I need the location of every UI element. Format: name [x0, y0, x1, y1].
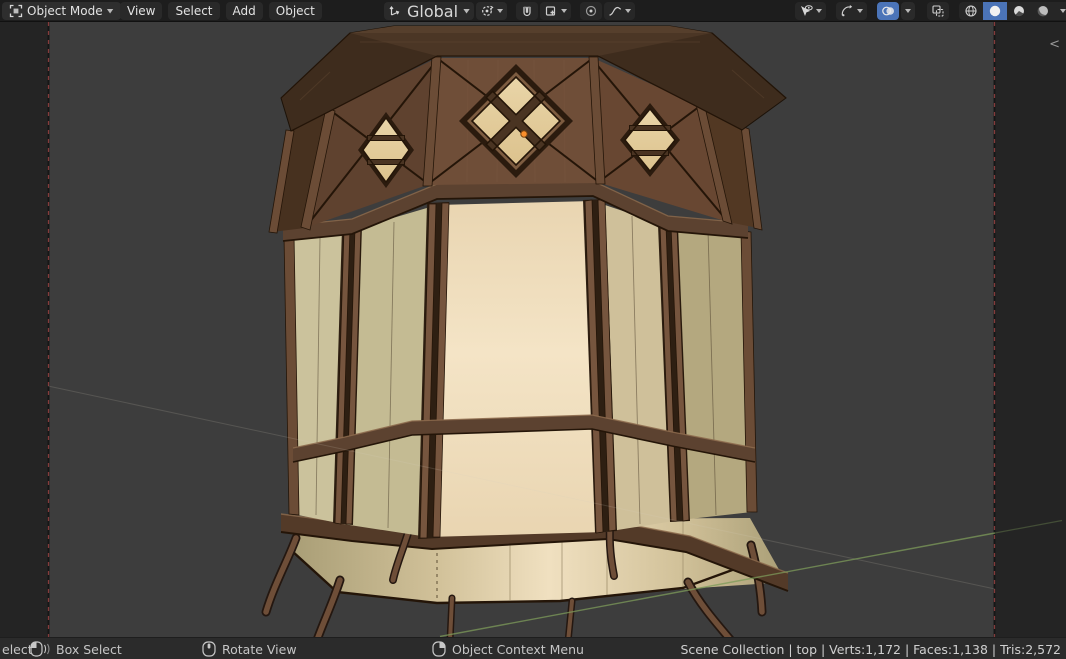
- magnet-icon: [523, 6, 531, 17]
- blender-window: Object Mode View Select Add Object Globa…: [0, 0, 1066, 659]
- shading-mode-group: [959, 2, 1066, 20]
- xray-toggle[interactable]: [927, 2, 949, 20]
- chevron-down-icon: [1060, 9, 1066, 13]
- rendered-shading-icon: [1037, 6, 1048, 17]
- falloff-curve-icon: [609, 6, 621, 16]
- scene-statistics: Scene Collection | top | Verts:1,172 | F…: [680, 641, 1061, 657]
- overlays-dropdown[interactable]: [901, 2, 915, 20]
- display-options-group: [795, 2, 1066, 20]
- menu-add[interactable]: Add: [225, 2, 263, 20]
- proportional-editing-icon: [585, 5, 597, 17]
- chevron-down-icon: [561, 9, 568, 13]
- chevron-down-icon: [857, 9, 863, 13]
- orientation-label: Global: [407, 1, 459, 21]
- snap-toggle-button[interactable]: [516, 2, 539, 20]
- chevron-down-icon: [816, 9, 822, 13]
- xray-icon: [932, 5, 944, 17]
- status-hint-rotate-view: Rotate View: [202, 638, 297, 659]
- gizmo-icon: [841, 5, 853, 17]
- menu-select[interactable]: Select: [168, 2, 220, 20]
- menu-object[interactable]: Object: [268, 2, 322, 20]
- status-bar: elect Box Select Rotate View Object Cont…: [0, 637, 1066, 659]
- shading-dropdown[interactable]: [1055, 2, 1066, 20]
- object-origin-dot: [520, 130, 528, 138]
- lantern-model: [261, 25, 789, 637]
- mouse-left-drag-icon: [30, 641, 50, 657]
- sidebar-toggle-chevron[interactable]: <: [1049, 38, 1060, 51]
- status-hint-context-menu: Object Context Menu: [432, 638, 584, 659]
- visibility-dropdown[interactable]: [795, 2, 826, 20]
- material-shading-button[interactable]: [1007, 2, 1031, 20]
- chevron-down-icon: [106, 8, 114, 14]
- material-shading-icon: [1014, 6, 1024, 17]
- viewport-canvas: [0, 22, 1066, 637]
- menu-bar: View Select Add Object: [120, 2, 322, 20]
- chevron-down-icon: [905, 9, 911, 13]
- solid-shading-icon: [989, 5, 1001, 17]
- mode-dropdown[interactable]: Object Mode: [2, 2, 121, 20]
- gizmo-dropdown[interactable]: [836, 2, 867, 20]
- rendered-shading-button[interactable]: [1031, 2, 1055, 20]
- snap-target-dropdown[interactable]: [540, 2, 572, 20]
- wireframe-shading-icon: [965, 5, 977, 17]
- orientation-axes-icon: [389, 6, 400, 16]
- proportional-editing-toggle[interactable]: [580, 2, 603, 20]
- menu-view[interactable]: View: [120, 2, 163, 20]
- overlays-icon: [882, 6, 894, 16]
- falloff-dropdown[interactable]: [604, 2, 636, 20]
- snap-target-icon: [545, 6, 556, 16]
- object-mode-icon: [9, 4, 23, 18]
- mouse-middle-icon: [202, 641, 216, 657]
- viewport-3d[interactable]: <: [0, 22, 1066, 637]
- status-hint-select-partial: elect: [2, 641, 33, 657]
- status-hint-box-select: Box Select: [30, 638, 122, 659]
- viewport-header: Object Mode View Select Add Object Globa…: [0, 0, 1066, 22]
- pivot-point-icon: [482, 5, 494, 16]
- orientation-dropdown[interactable]: Global: [384, 1, 475, 21]
- wireframe-shading-button[interactable]: [959, 2, 983, 20]
- chevron-down-icon: [497, 9, 504, 13]
- chevron-down-icon: [625, 9, 632, 13]
- mouse-right-icon: [432, 641, 446, 657]
- mode-label: Object Mode: [27, 4, 103, 18]
- chevron-down-icon: [463, 8, 471, 14]
- transform-snap-group: Global: [384, 1, 636, 21]
- pivot-dropdown[interactable]: [476, 2, 508, 20]
- visibility-icon: [801, 5, 813, 16]
- overlays-toggle[interactable]: [877, 2, 899, 20]
- solid-shading-button[interactable]: [983, 2, 1007, 20]
